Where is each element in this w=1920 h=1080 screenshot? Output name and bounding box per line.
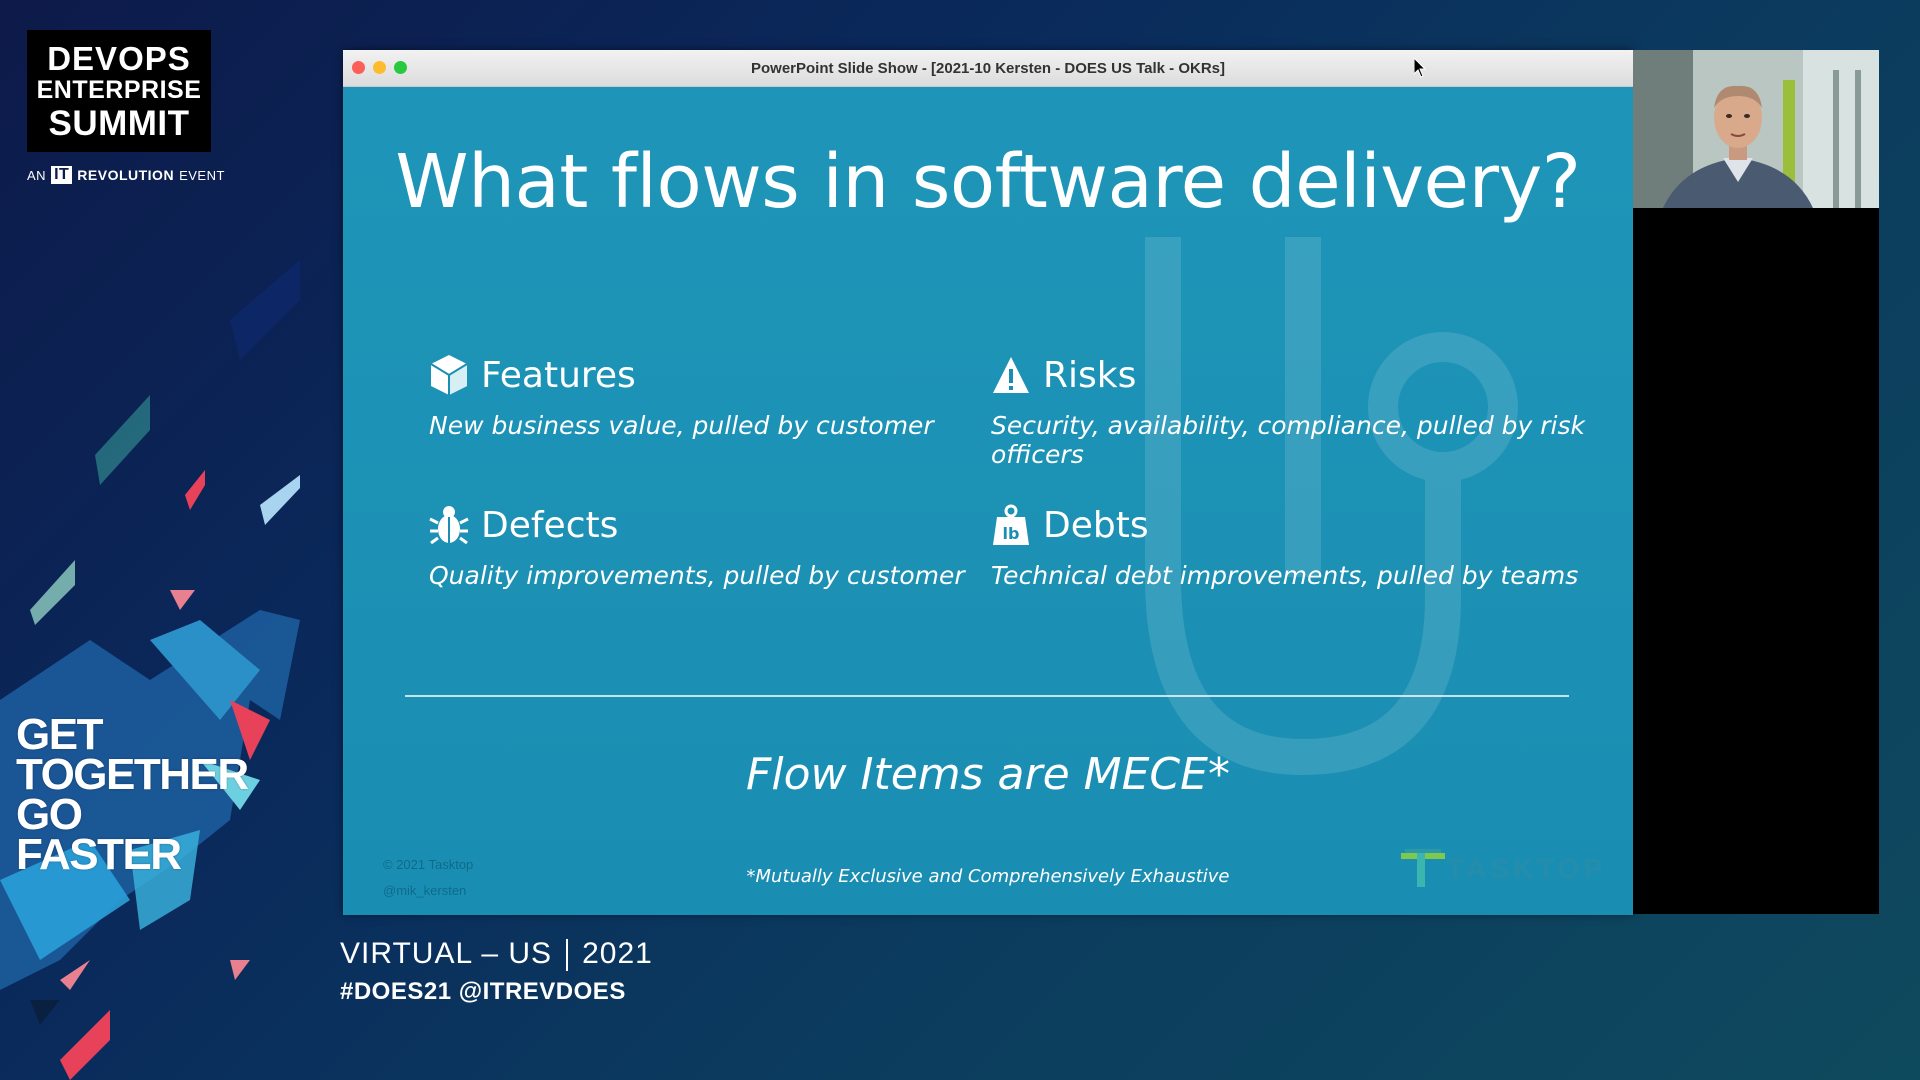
hashtags: #DOES21 @ITREVDOES [340, 978, 626, 1005]
it-revolution-event: AN IT REVOLUTION EVENT [27, 166, 225, 184]
window-controls [352, 61, 407, 74]
weight-icon: lb [993, 504, 1029, 545]
event-location: VIRTUAL – US 2021 [340, 937, 653, 972]
tagline-line: FASTER [16, 830, 182, 879]
flow-name: Debts [1043, 504, 1149, 546]
logo-line3: SUMMIT [48, 103, 190, 143]
tagline-line: GO [16, 790, 83, 839]
flow-item-defects: Defects Quality improvements, pulled by … [429, 503, 965, 591]
copyright-text: © 2021 Tasktop [383, 857, 474, 872]
copyright: © 2021 Tasktop @mik_kersten [383, 852, 473, 904]
logo-line2: ENTERPRISE [36, 75, 202, 104]
tagline: GET TOGETHER GO FASTER [16, 710, 249, 879]
flow-name: Features [481, 354, 636, 396]
divider [566, 939, 569, 972]
event-label: EVENT [179, 167, 225, 183]
mece-statement: Flow Items are MECE* [746, 749, 1230, 800]
mouse-cursor-icon [1414, 58, 1426, 78]
warning-icon [993, 357, 1029, 393]
tasktop-t-icon [1401, 849, 1445, 887]
tagline-line: GET [16, 710, 103, 759]
slide-title: What flows in software delivery? [395, 139, 1581, 225]
presenter-image [1633, 50, 1879, 208]
window-title: PowerPoint Slide Show - [2021-10 Kersten… [751, 59, 1225, 77]
flow-item-features: Features New business value, pulled by c… [429, 353, 934, 441]
bug-icon [429, 506, 469, 545]
flow-item-debts: lb Debts Technical debt improvements, pu… [991, 503, 1578, 590]
twitter-handle: @mik_kersten [383, 883, 467, 898]
maximize-button[interactable] [394, 61, 407, 74]
tagline-line: TOGETHER [16, 750, 249, 799]
presenter-panel [1633, 50, 1879, 914]
flow-description: Technical debt improvements, pulled by t… [991, 561, 1579, 590]
it-revolution-logo-icon: IT [51, 166, 73, 184]
box-icon [430, 355, 468, 395]
slide-divider [405, 695, 1569, 697]
window-titlebar[interactable]: PowerPoint Slide Show - [2021-10 Kersten… [343, 50, 1633, 87]
presenter-video[interactable] [1633, 50, 1879, 208]
flow-description: New business value, pulled by customer [429, 411, 934, 440]
flow-item-risks: Risks Security, availability, compliance… [991, 353, 1633, 470]
an-label: AN [27, 167, 47, 183]
svg-text:lb: lb [1003, 524, 1020, 543]
virtual-label: VIRTUAL – US [340, 937, 553, 970]
slideshow-window[interactable]: PowerPoint Slide Show - [2021-10 Kersten… [343, 50, 1633, 915]
revolution-label: REVOLUTION [77, 167, 175, 183]
decorative-shards [0, 260, 300, 1080]
event-year: 2021 [582, 937, 653, 970]
tasktop-logo: TASKTOP [1401, 849, 1606, 889]
close-button[interactable] [352, 61, 365, 74]
tasktop-wordmark: TASKTOP [1447, 853, 1607, 884]
devops-summit-logo: DEVOPS ENTERPRISE SUMMIT [27, 30, 211, 152]
flow-name: Defects [481, 504, 619, 546]
slide-canvas[interactable]: What flows in software delivery? Feature… [343, 87, 1633, 915]
flow-description: Quality improvements, pulled by customer [429, 561, 965, 590]
minimize-button[interactable] [373, 61, 386, 74]
flow-name: Risks [1043, 354, 1137, 396]
logo-line1: DEVOPS [47, 39, 191, 77]
flow-description: Security, availability, compliance, pull… [991, 411, 1585, 469]
